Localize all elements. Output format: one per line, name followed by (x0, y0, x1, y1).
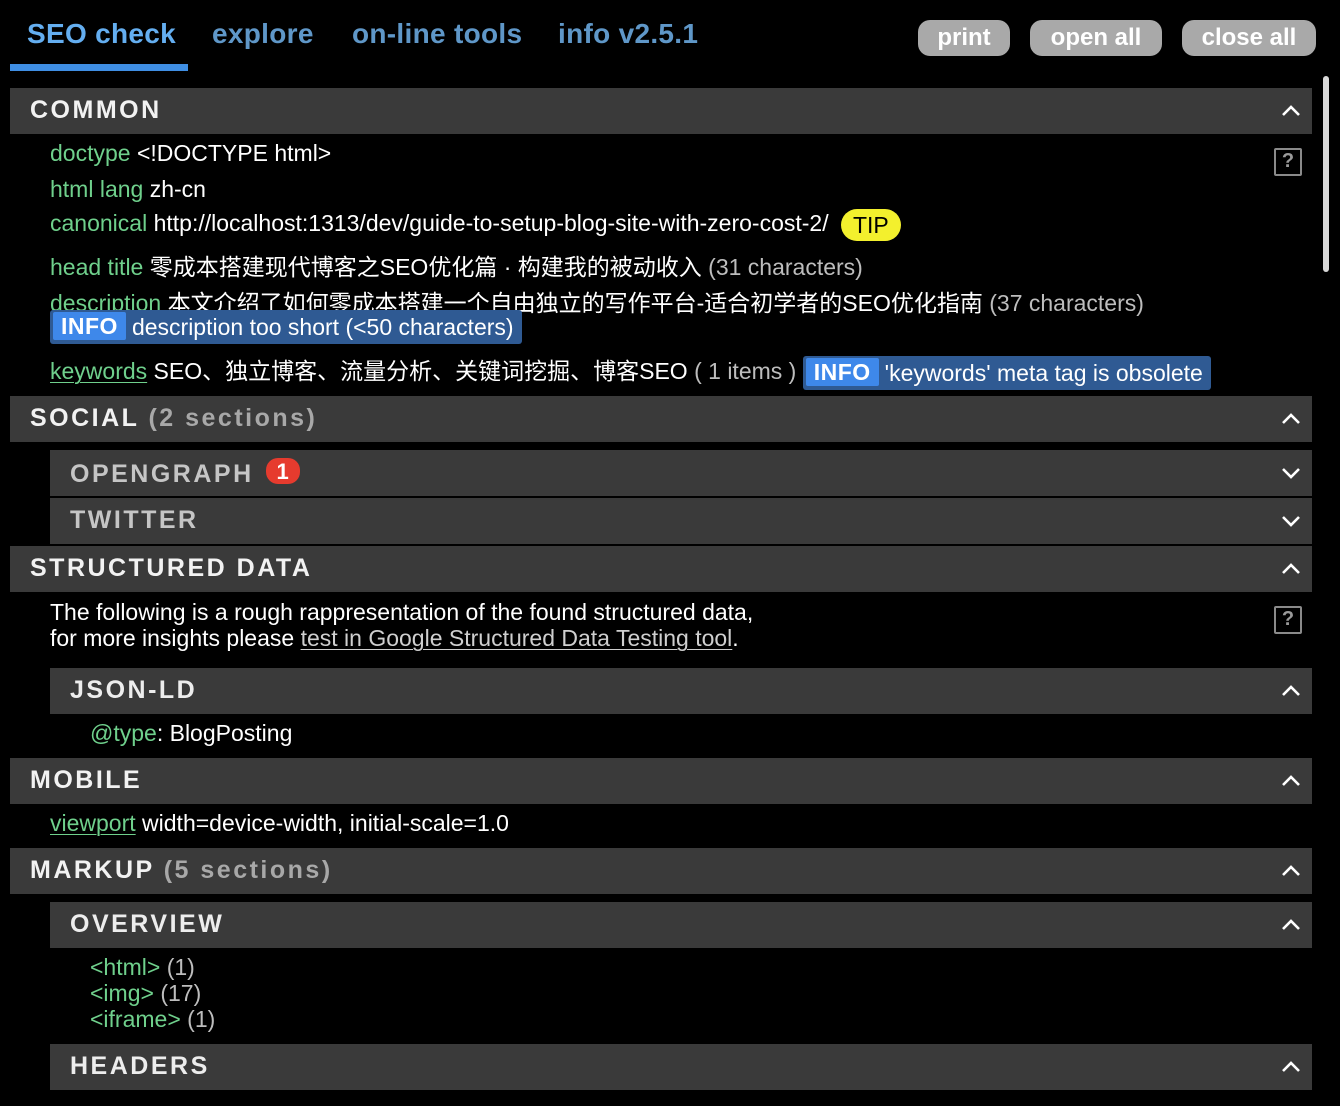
section-title: MOBILE (30, 766, 143, 794)
help-icon[interactable]: ? (1274, 606, 1302, 634)
info-message: INFO'keywords' meta tag is obsolete (802, 355, 1211, 390)
tag-name: <img> (90, 980, 154, 1006)
field-value: <!DOCTYPE html> (136, 140, 332, 166)
seo-report-panel: COMMON ? doctype <!DOCTYPE html> html la… (10, 72, 1330, 1106)
field-value: zh-cn (149, 176, 206, 202)
structured-intro-line-1: The following is a rough rappresentation… (50, 599, 754, 625)
section-title: COMMON (30, 96, 162, 124)
subsection-header-twitter[interactable]: TWITTER (50, 498, 1312, 544)
section-header-markup[interactable]: MARKUP (5 sections) (10, 848, 1312, 894)
html-lang-row: html lang zh-cn (50, 176, 206, 203)
subsection-header-json-ld[interactable]: JSON-LD (50, 668, 1312, 714)
active-tab-indicator (10, 64, 188, 71)
info-label: INFO (805, 357, 879, 386)
canonical-url: http://localhost:1313/dev/guide-to-setup… (153, 210, 829, 237)
subsection-header-opengraph[interactable]: OPENGRAPH 1 (50, 450, 1312, 496)
warning-count-badge: 1 (265, 458, 300, 484)
chevron-down-icon (1282, 468, 1300, 479)
field-key: doctype (50, 140, 131, 166)
section-title: SOCIAL (2 sections) (30, 404, 318, 432)
field-key: html lang (50, 176, 144, 202)
subsection-title: JSON-LD (70, 676, 198, 704)
info-label: INFO (53, 312, 126, 340)
tag-name: <html> (90, 954, 161, 980)
tip-badge[interactable]: TIP (840, 209, 901, 241)
jsonld-type-row: @type: BlogPosting (90, 720, 293, 746)
tag-count: (1) (166, 954, 195, 980)
field-value: SEO、独立博客、流量分析、关键词挖掘、博客SEO (153, 358, 688, 384)
top-nav: SEO check explore on-line tools info v2.… (0, 0, 1340, 72)
structured-data-testing-link[interactable]: test in Google Structured Data Testing t… (301, 625, 733, 651)
description-info-row: INFO description too short (<50 character… (50, 310, 522, 344)
info-text: description too short (<50 characters) (131, 314, 514, 340)
chevron-up-icon (1282, 413, 1300, 424)
chevron-up-icon (1282, 563, 1300, 574)
info-text: 'keywords' meta tag is obsolete (884, 359, 1203, 386)
doctype-row: doctype <!DOCTYPE html> (50, 140, 331, 167)
chevron-up-icon (1282, 865, 1300, 876)
chevron-up-icon (1282, 1061, 1300, 1072)
tag-name: <iframe> (90, 1006, 181, 1032)
print-button[interactable]: print (918, 20, 1010, 56)
info-message: INFO description too short (<50 character… (50, 310, 522, 344)
tab-online-tools[interactable]: on-line tools (352, 18, 522, 50)
canonical-row: canonical http://localhost:1313/dev/guid… (50, 209, 901, 241)
subsection-title: HEADERS (70, 1052, 210, 1080)
keywords-link[interactable]: keywords (50, 358, 147, 384)
char-count: (31 characters) (708, 254, 863, 280)
section-header-common[interactable]: COMMON (10, 88, 1312, 134)
chevron-up-icon (1282, 105, 1300, 116)
chevron-down-icon (1282, 516, 1300, 527)
item-count: ( 1 items ) (694, 358, 797, 384)
section-title: MARKUP (5 sections) (30, 856, 333, 884)
field-value: width=device-width, initial-scale=1.0 (142, 810, 509, 836)
chevron-up-icon (1282, 919, 1300, 930)
tag-count-row: <html> (1) (90, 954, 195, 981)
subsection-header-headers[interactable]: HEADERS (50, 1044, 1312, 1090)
open-all-button[interactable]: open all (1030, 20, 1162, 56)
structured-intro-line-2: for more insights please test in Google … (50, 625, 739, 651)
subsection-header-overview[interactable]: OVERVIEW (50, 902, 1312, 948)
section-count: (5 sections) (163, 856, 333, 884)
subsection-title: OVERVIEW (70, 910, 225, 938)
viewport-row: viewport width=device-width, initial-sca… (50, 810, 509, 837)
tab-seo-check[interactable]: SEO check (27, 18, 176, 50)
chevron-up-icon (1282, 685, 1300, 696)
head-title-row: head title 零成本搭建现代博客之SEO优化篇 · 构建我的被动收入 (… (50, 248, 863, 282)
help-icon[interactable]: ? (1274, 148, 1302, 176)
char-count: (37 characters) (989, 290, 1144, 316)
section-title: STRUCTURED DATA (30, 554, 313, 582)
chevron-up-icon (1282, 775, 1300, 786)
tag-count: (17) (160, 980, 202, 1006)
keywords-row: keywords SEO、独立博客、流量分析、关键词挖掘、博客SEO ( 1 i… (50, 352, 1211, 390)
section-count: (2 sections) (148, 404, 318, 432)
scrollbar-thumb[interactable] (1323, 76, 1329, 272)
section-header-mobile[interactable]: MOBILE (10, 758, 1312, 804)
tab-explore[interactable]: explore (212, 18, 314, 50)
subsection-title: TWITTER (70, 506, 199, 534)
tag-count-row: <iframe> (1) (90, 1006, 215, 1033)
tag-count-row: <img> (17) (90, 980, 201, 1007)
field-key: @type (90, 720, 157, 746)
field-value: 零成本搭建现代博客之SEO优化篇 · 构建我的被动收入 (149, 254, 702, 280)
tab-info[interactable]: info v2.5.1 (558, 18, 698, 50)
field-key: head title (50, 254, 144, 280)
field-key: canonical (50, 210, 148, 237)
tag-count: (1) (187, 1006, 216, 1032)
section-header-social[interactable]: SOCIAL (2 sections) (10, 396, 1312, 442)
section-header-structured-data[interactable]: STRUCTURED DATA (10, 546, 1312, 592)
subsection-title: OPENGRAPH 1 (70, 458, 300, 489)
close-all-button[interactable]: close all (1182, 20, 1316, 56)
viewport-link[interactable]: viewport (50, 810, 136, 836)
field-value: BlogPosting (169, 720, 293, 746)
